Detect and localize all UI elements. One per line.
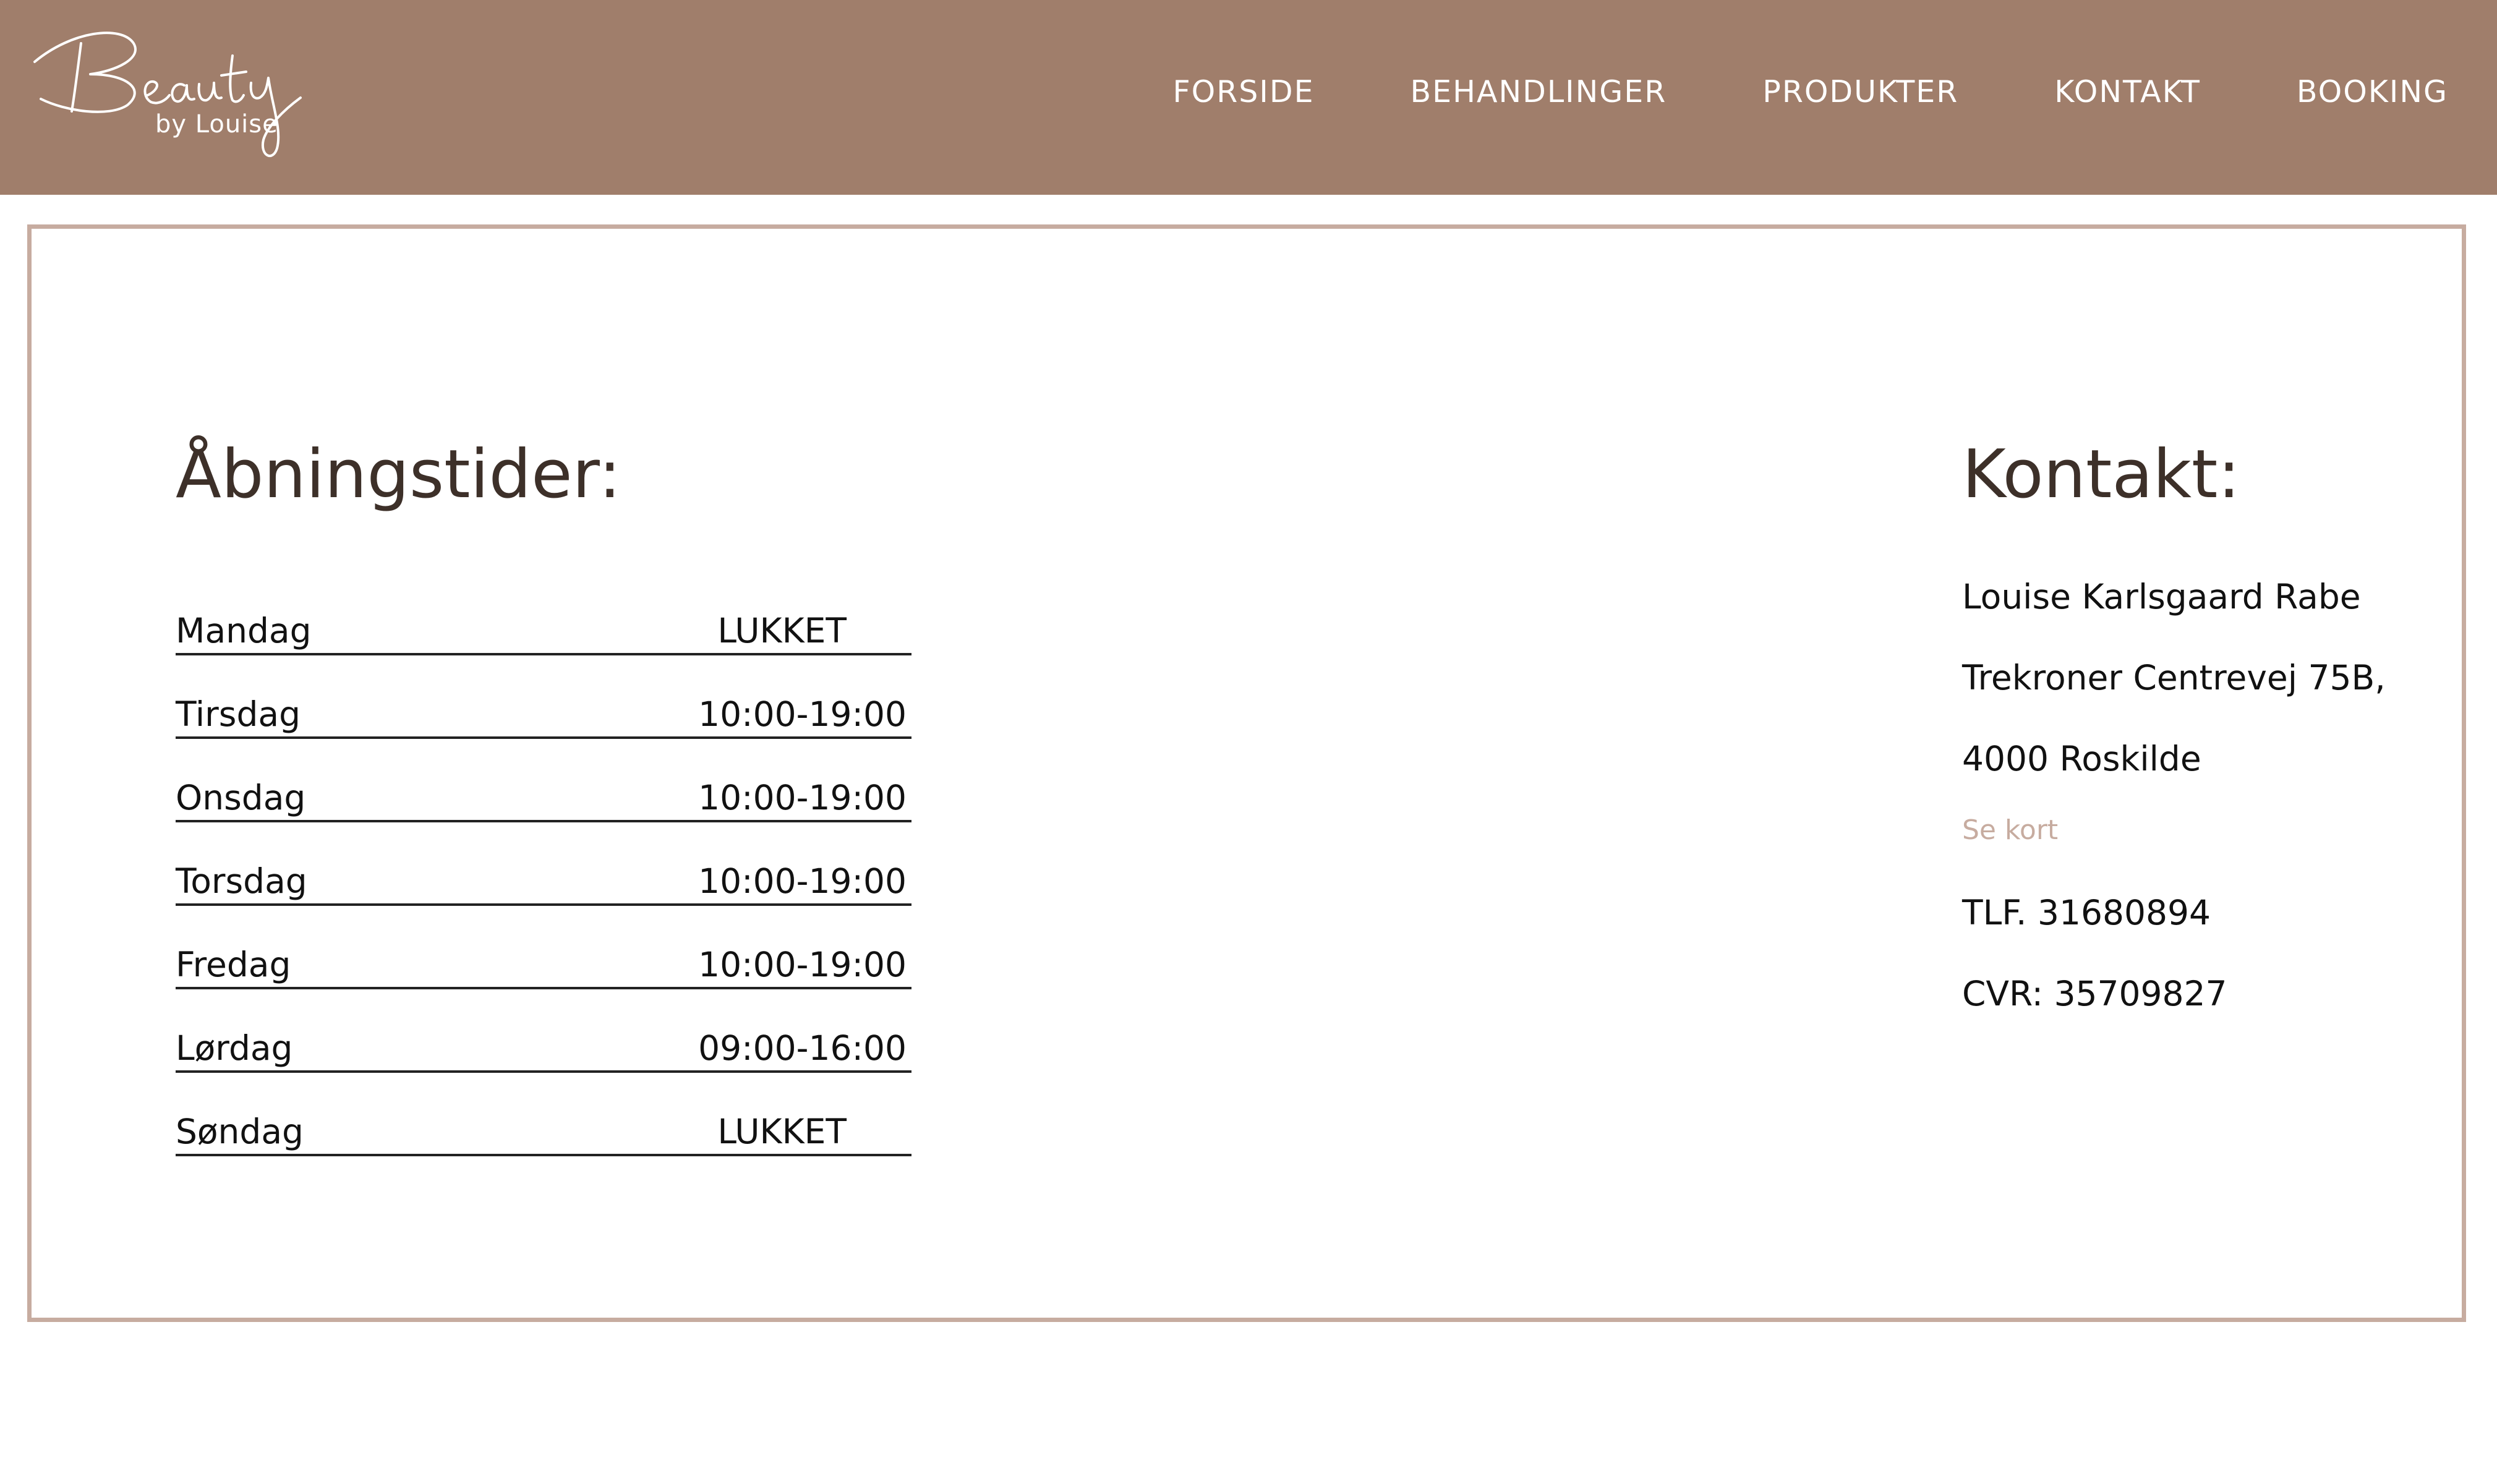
- nav-forside[interactable]: FORSIDE: [1173, 74, 1315, 109]
- contact-street: Trekroner Centrevej 75B,: [1962, 658, 2386, 697]
- day-label: Onsdag: [176, 778, 306, 817]
- nav-produkter[interactable]: PRODUKTER: [1762, 74, 1958, 109]
- hours-row-onsdag: Onsdag 10:00-19:00: [176, 739, 911, 822]
- logo-tagline: by Louise: [155, 110, 278, 139]
- logo[interactable]: by Louise: [22, 19, 319, 161]
- opening-hours-title: Åbningstider:: [176, 436, 621, 513]
- nav-booking[interactable]: BOOKING: [2297, 74, 2448, 109]
- hours-row-sondag: Søndag LUKKET: [176, 1073, 911, 1156]
- site-header: by Louise FORSIDE BEHANDLINGER PRODUKTER…: [0, 0, 2497, 195]
- contact-details: Louise Karlsgaard Rabe Trekroner Centrev…: [1962, 575, 2432, 1053]
- time-value: 09:00-16:00: [698, 1028, 907, 1068]
- hours-row-torsdag: Torsdag 10:00-19:00: [176, 822, 911, 906]
- day-label: Søndag: [176, 1112, 304, 1151]
- hours-row-lordag: Lørdag 09:00-16:00: [176, 989, 911, 1073]
- beauty-script-logo: [33, 32, 302, 157]
- time-value: 10:00-19:00: [698, 694, 907, 734]
- main-nav: FORSIDE BEHANDLINGER PRODUKTER KONTAKT B…: [1077, 74, 2449, 109]
- time-value: 10:00-19:00: [698, 778, 907, 817]
- opening-hours-table: Mandag LUKKET Tirsdag 10:00-19:00 Onsdag…: [176, 572, 911, 1156]
- opening-hours-section: Åbningstider: Mandag LUKKET Tirsdag 10:0…: [176, 441, 911, 1156]
- contact-cvr: CVR: 35709827: [1962, 974, 2227, 1013]
- time-value: 10:00-19:00: [698, 945, 907, 984]
- contact-name: Louise Karlsgaard Rabe: [1962, 577, 2361, 616]
- map-link[interactable]: Se kort: [1962, 812, 2432, 891]
- day-label: Mandag: [176, 611, 312, 650]
- info-panel: Åbningstider: Mandag LUKKET Tirsdag 10:0…: [27, 224, 2466, 1322]
- contact-title: Kontakt:: [1962, 436, 2240, 513]
- day-label: Lørdag: [176, 1028, 293, 1068]
- contact-phone: TLF. 31680894: [1962, 893, 2211, 932]
- day-label: Torsdag: [176, 861, 307, 901]
- hours-row-fredag: Fredag 10:00-19:00: [176, 906, 911, 989]
- time-value: LUKKET: [717, 1112, 847, 1151]
- day-label: Tirsdag: [176, 694, 301, 734]
- nav-kontakt[interactable]: KONTAKT: [2054, 74, 2201, 109]
- contact-section: Kontakt: Louise Karlsgaard Rabe Trekrone…: [1962, 441, 2432, 1053]
- contact-city: 4000 Roskilde: [1962, 739, 2201, 778]
- nav-behandlinger[interactable]: BEHANDLINGER: [1411, 74, 1667, 109]
- hours-row-tirsdag: Tirsdag 10:00-19:00: [176, 655, 911, 739]
- day-label: Fredag: [176, 945, 291, 984]
- hours-row-mandag: Mandag LUKKET: [176, 572, 911, 655]
- time-value: LUKKET: [717, 611, 847, 650]
- time-value: 10:00-19:00: [698, 861, 907, 901]
